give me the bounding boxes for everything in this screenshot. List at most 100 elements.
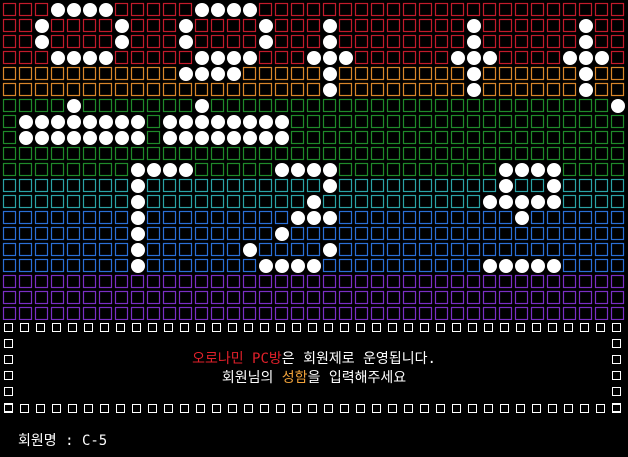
banner-cell — [146, 50, 161, 65]
banner-dot — [115, 19, 129, 33]
banner-cell — [370, 18, 385, 33]
banner-cell — [434, 82, 449, 97]
banner-cell — [82, 226, 97, 241]
member-input-value[interactable]: C-5 — [82, 433, 107, 449]
banner-dot — [131, 227, 145, 241]
banner-cell — [354, 50, 369, 65]
banner-dot — [195, 99, 209, 113]
banner-cell — [34, 2, 49, 17]
banner-cell — [450, 290, 465, 305]
banner-dot — [467, 51, 481, 65]
banner-cell — [226, 82, 241, 97]
banner-cell — [594, 34, 609, 49]
banner-cell — [130, 146, 145, 161]
banner-cell — [594, 114, 609, 129]
banner-dot — [259, 19, 273, 33]
banner-cell — [354, 274, 369, 289]
frame-cell — [20, 404, 29, 413]
banner-cell — [146, 258, 161, 273]
banner-dot — [323, 51, 337, 65]
banner-dot — [291, 211, 305, 225]
member-prompt[interactable]: 회원명 : C-5 — [18, 430, 107, 450]
banner-cell — [242, 274, 257, 289]
frame-cell — [276, 323, 285, 332]
banner-cell — [402, 258, 417, 273]
banner-cell — [578, 98, 593, 113]
banner-cell — [562, 82, 577, 97]
banner-dot — [307, 259, 321, 273]
banner-cell — [610, 66, 625, 81]
banner-cell — [418, 130, 433, 145]
banner-cell — [114, 242, 129, 257]
banner-dot — [547, 163, 561, 177]
banner-dot — [259, 259, 273, 273]
banner-cell — [354, 210, 369, 225]
banner-cell — [402, 290, 417, 305]
banner-cell — [578, 290, 593, 305]
banner-cell — [450, 18, 465, 33]
banner-cell — [482, 34, 497, 49]
banner-cell — [450, 82, 465, 97]
banner-dot — [51, 131, 65, 145]
banner-cell — [66, 306, 81, 320]
frame-cell — [564, 323, 573, 332]
banner-cell — [2, 162, 17, 177]
banner-cell — [594, 258, 609, 273]
frame-cell — [548, 404, 557, 413]
banner-cell — [290, 98, 305, 113]
banner-cell — [162, 290, 177, 305]
frame-cell — [404, 323, 413, 332]
banner-cell — [434, 50, 449, 65]
frame-cell — [20, 323, 29, 332]
banner-cell — [530, 146, 545, 161]
banner-cell — [306, 146, 321, 161]
banner-cell — [466, 306, 481, 320]
frame-cell — [580, 323, 589, 332]
banner-cell — [50, 226, 65, 241]
banner-cell — [98, 274, 113, 289]
banner-cell — [306, 226, 321, 241]
banner-cell — [162, 178, 177, 193]
banner-cell — [482, 242, 497, 257]
banner-dot — [515, 163, 529, 177]
banner-cell — [66, 274, 81, 289]
frame-cell — [4, 403, 13, 412]
banner-cell — [34, 66, 49, 81]
banner-cell — [130, 82, 145, 97]
banner-cell — [546, 226, 561, 241]
banner-dot — [467, 83, 481, 97]
banner-cell — [210, 82, 225, 97]
banner-cell — [306, 274, 321, 289]
banner-cell — [258, 82, 273, 97]
banner-cell — [34, 178, 49, 193]
banner-cell — [498, 226, 513, 241]
banner-cell — [354, 194, 369, 209]
banner-dot — [515, 259, 529, 273]
banner-cell — [578, 194, 593, 209]
banner-cell — [514, 130, 529, 145]
banner-cell — [562, 66, 577, 81]
banner-cell — [2, 258, 17, 273]
banner-cell — [530, 210, 545, 225]
banner-cell — [178, 194, 193, 209]
banner-cell — [50, 194, 65, 209]
banner-cell — [66, 290, 81, 305]
banner-dot — [115, 115, 129, 129]
frame-cell — [148, 323, 157, 332]
banner-cell — [370, 114, 385, 129]
banner-dot — [211, 131, 225, 145]
banner-cell — [386, 130, 401, 145]
banner-dot — [579, 67, 593, 81]
banner-dot — [323, 35, 337, 49]
banner-cell — [82, 306, 97, 320]
banner-dot — [211, 115, 225, 129]
banner-cell — [434, 18, 449, 33]
banner-cell — [162, 258, 177, 273]
banner-cell — [114, 226, 129, 241]
banner-cell — [274, 50, 289, 65]
banner-cell — [50, 66, 65, 81]
banner-cell — [242, 226, 257, 241]
banner-cell — [66, 210, 81, 225]
banner-cell — [98, 306, 113, 320]
banner-dot — [179, 115, 193, 129]
